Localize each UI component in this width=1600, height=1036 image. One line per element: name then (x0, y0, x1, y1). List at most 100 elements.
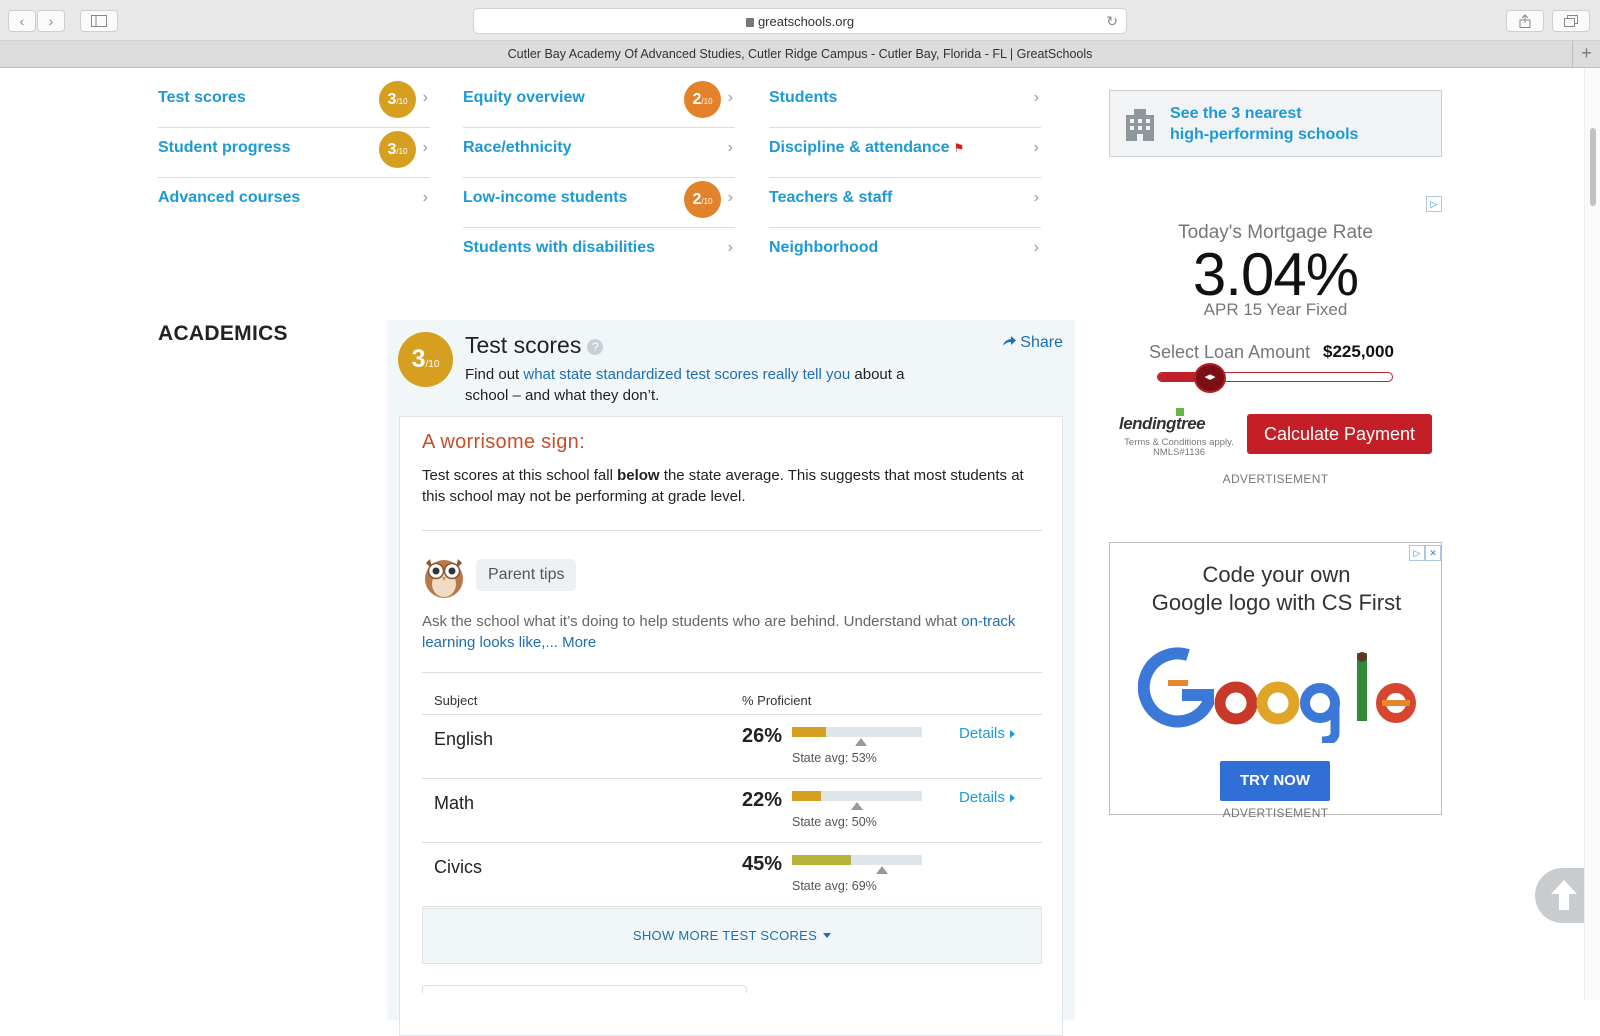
ad-choices-icon[interactable]: ▷ (1409, 545, 1425, 561)
proficiency-bar (792, 791, 922, 801)
chevron-right-icon: › (1033, 139, 1039, 156)
help-icon[interactable]: ? (587, 339, 604, 355)
rating-badge: 2/10 (684, 181, 721, 218)
owl-icon (425, 559, 463, 598)
nav-item-equity-overview[interactable]: Equity overview 2/10 › (463, 78, 735, 128)
scrollbar-thumb[interactable] (1590, 128, 1596, 206)
nav-item-label: Student progress (158, 139, 291, 156)
proficiency-bar-fill (792, 727, 826, 737)
nav-item-teachers-staff[interactable]: Teachers & staff › (769, 178, 1041, 228)
forward-button[interactable]: › (37, 10, 65, 32)
tab-title: Cutler Bay Academy Of Advanced Studies, … (507, 47, 1093, 61)
nav-column-3: Students › Discipline & attendance ⚑ › Te… (769, 78, 1041, 278)
share-browser-button[interactable] (1506, 10, 1544, 32)
subject-name: Civics (434, 857, 482, 877)
browser-tab[interactable]: Cutler Bay Academy Of Advanced Studies, … (0, 41, 1600, 68)
nav-item-neighborhood[interactable]: Neighborhood › (769, 228, 1041, 278)
url-text: greatschools.org (757, 14, 855, 29)
show-more-test-scores-button[interactable]: SHOW MORE TEST SCORES (422, 908, 1042, 964)
table-row: Math 22% State avg: 50% Details (422, 779, 1042, 843)
new-tab-icon[interactable]: + (1572, 41, 1600, 67)
building-icon (1126, 109, 1154, 141)
proficiency-bar-fill (792, 855, 851, 865)
tabs-overview-button[interactable] (1552, 10, 1590, 32)
rating-badge: 2/10 (684, 81, 721, 118)
percent-proficient: 45% (742, 853, 783, 875)
google-doodle-logo (1138, 647, 1416, 743)
loan-slider-handle[interactable]: ◂▸ (1194, 363, 1226, 393)
percent-proficient: 26% (742, 725, 783, 747)
state-average-text: State avg: 50% (792, 815, 877, 829)
warning-text: Test scores at this school fall below th… (422, 467, 1024, 505)
try-now-button[interactable]: TRY NOW (1220, 761, 1330, 801)
nearest-schools-text: See the 3 nearest high-performing schools (1170, 105, 1359, 143)
address-bar[interactable]: greatschools.org ↻ (473, 8, 1127, 34)
flag-icon: ⚑ (953, 141, 965, 155)
parent-tips-text: Ask the school what it’s doing to help s… (422, 613, 1016, 651)
card-title: Test scores? (465, 332, 604, 359)
chevron-right-icon: › (1033, 239, 1039, 256)
state-average-text: State avg: 69% (792, 879, 877, 893)
lendingtree-logo: lendingtree (1119, 408, 1206, 434)
state-average-text: State avg: 53% (792, 751, 877, 765)
lock-icon (745, 18, 754, 27)
chevron-right-icon: › (727, 189, 733, 206)
nav-item-label: Test scores (158, 89, 246, 106)
details-link[interactable]: Details (959, 725, 1015, 742)
ad-choices: ▷ ✕ (1409, 543, 1441, 561)
sidebar-toggle-button[interactable] (80, 10, 118, 32)
chevron-right-icon: › (727, 89, 733, 106)
nav-item-test-scores[interactable]: Test scores 3/10 › (158, 78, 430, 128)
chevron-right-icon: › (1033, 189, 1039, 206)
cs-first-ad[interactable]: ▷ ✕ Code your own Google logo with CS Firs… (1109, 542, 1442, 815)
nav-item-student-progress[interactable]: Student progress 3/10 › (158, 128, 430, 178)
calculate-payment-button[interactable]: Calculate Payment (1247, 414, 1432, 454)
table-row: Civics 45% State avg: 69% (422, 843, 1042, 907)
chevron-right-icon: › (422, 139, 428, 156)
mortgage-ad: ▷ Today's Mortgage Rate 3.04% APR 15 Yea… (1109, 196, 1442, 496)
nav-item-race-ethnicity[interactable]: Race/ethnicity › (463, 128, 735, 178)
loan-amount-value: $225,000 (1323, 342, 1394, 361)
loan-slider-track[interactable] (1157, 372, 1393, 382)
share-icon (1519, 14, 1531, 28)
ad-headline: Code your own Google logo with CS First (1151, 562, 1402, 615)
chevron-down-icon (823, 933, 832, 938)
state-average-marker (855, 738, 867, 746)
subject-name: Math (434, 793, 475, 813)
warning-title: A worrisome sign: (422, 431, 585, 453)
ad-label: ADVERTISEMENT (1222, 472, 1329, 486)
ad-choices-icon[interactable]: ▷ (1426, 196, 1442, 212)
nav-item-advanced-courses[interactable]: Advanced courses › (158, 178, 430, 228)
arrow-up-icon (1551, 880, 1577, 910)
nav-item-label: Equity overview (463, 89, 585, 106)
forward-icon: › (48, 13, 54, 29)
share-button[interactable]: Share (1002, 334, 1063, 352)
chevron-right-icon: › (727, 139, 733, 156)
back-icon: ‹ (19, 13, 25, 29)
close-icon[interactable]: ✕ (1425, 545, 1441, 561)
caret-right-icon (1009, 730, 1015, 738)
mortgage-apr: APR 15 Year Fixed (1203, 300, 1348, 319)
page-scrollbar[interactable] (1584, 68, 1600, 1000)
nav-item-label: Low-income students (463, 189, 628, 206)
nav-item-students-with-disabilities[interactable]: Students with disabilities › (463, 228, 735, 278)
nav-item-label: Students with disabilities (463, 239, 656, 256)
nav-item-students[interactable]: Students › (769, 78, 1041, 128)
sidebar-icon (91, 15, 107, 27)
proficiency-bar (792, 855, 922, 865)
state-average-marker (876, 866, 888, 874)
section-heading-academics: ACADEMICS (158, 322, 288, 345)
reload-icon[interactable]: ↻ (1106, 9, 1118, 34)
nav-item-discipline-attendance[interactable]: Discipline & attendance ⚑ › (769, 128, 1041, 178)
details-link[interactable]: Details (959, 789, 1015, 806)
test-scores-article-link[interactable]: what state standardized test scores real… (523, 366, 850, 383)
divider (422, 530, 1042, 531)
back-button[interactable]: ‹ (8, 10, 36, 32)
test-scores-card: 3/10 Test scores? Share Find out what st… (387, 320, 1075, 1036)
mortgage-rate: 3.04% (1192, 241, 1359, 308)
nav-item-label: Teachers & staff (769, 189, 893, 206)
proficiency-bar-fill (792, 791, 821, 801)
nav-item-low-income-students[interactable]: Low-income students 2/10 › (463, 178, 735, 228)
nearest-schools-link[interactable]: See the 3 nearest high-performing schools (1109, 90, 1442, 157)
ad-terms-text: Terms & Conditions apply. NMLS#1136 (1124, 437, 1234, 458)
